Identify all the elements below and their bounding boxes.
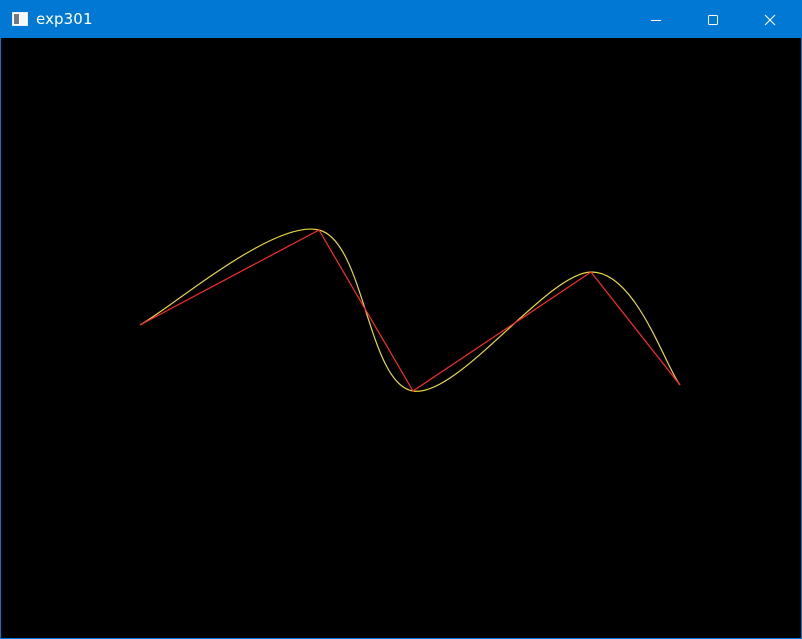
drawing-canvas[interactable] bbox=[1, 38, 801, 638]
window-title: exp301 bbox=[36, 10, 93, 28]
application-window: exp301 bbox=[0, 0, 802, 639]
control-polygon-polyline bbox=[139, 229, 681, 392]
minimize-icon bbox=[651, 19, 661, 21]
maximize-icon bbox=[708, 14, 718, 25]
close-icon bbox=[764, 14, 776, 25]
title-bar[interactable]: exp301 bbox=[1, 1, 801, 38]
close-button[interactable] bbox=[747, 1, 793, 38]
application-window-icon bbox=[12, 12, 28, 26]
maximize-button[interactable] bbox=[690, 1, 736, 38]
minimize-button[interactable] bbox=[633, 1, 679, 38]
curve-drawing bbox=[139, 228, 681, 392]
interpolated-curve bbox=[139, 228, 681, 392]
